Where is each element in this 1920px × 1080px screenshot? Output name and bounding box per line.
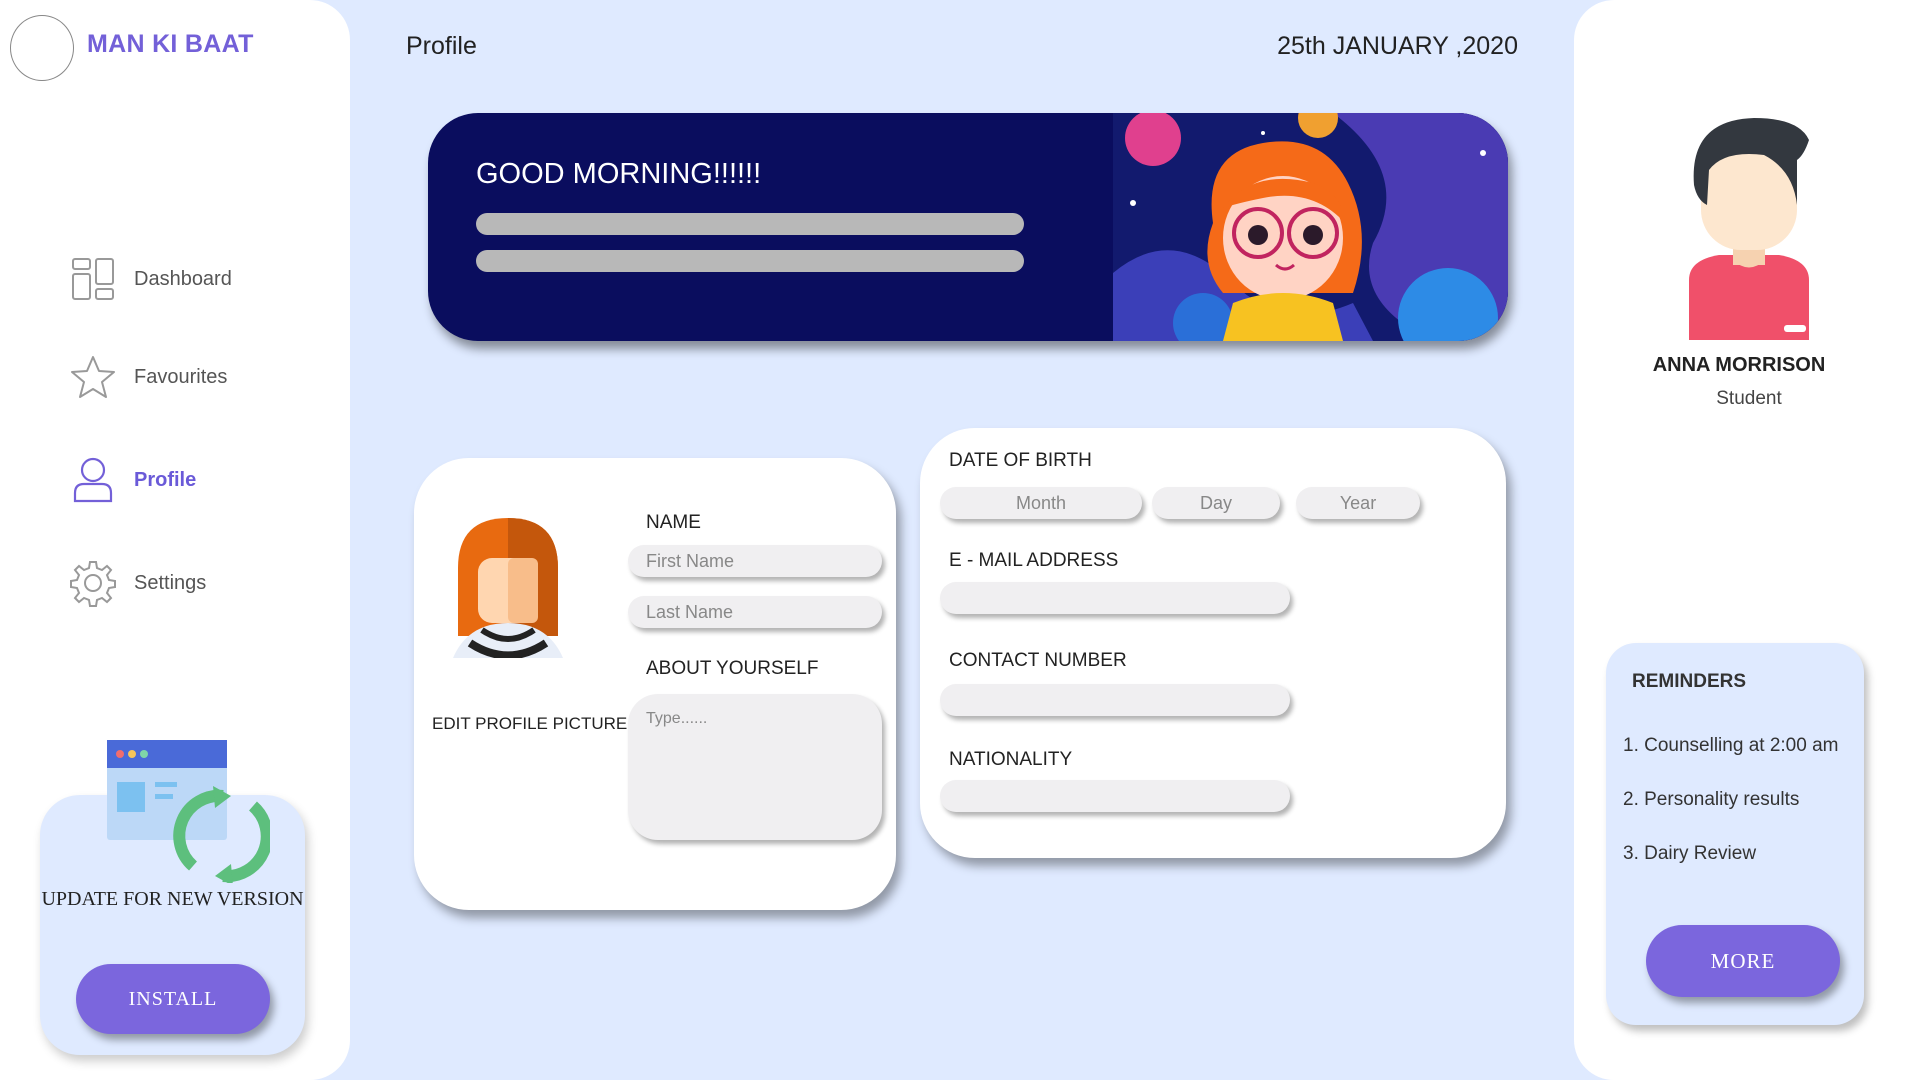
user-role: Student [1716,388,1782,409]
logo-icon [10,15,74,81]
user-name: ANNA MORRISON [1652,354,1826,376]
gear-icon [68,558,118,608]
last-name-input[interactable]: Last Name [628,596,882,628]
sidebar: MAN KI BAAT Dashboard Favourites Profile… [0,0,350,1080]
contact-label: CONTACT NUMBER [949,650,1127,671]
sidebar-item-dashboard[interactable]: Dashboard [68,254,232,304]
first-name-input[interactable]: First Name [628,545,882,577]
dob-label: DATE OF BIRTH [949,450,1092,471]
dashboard-icon [68,254,118,304]
dob-day-select[interactable]: Day [1152,487,1280,519]
details-card: DATE OF BIRTH Month Day Year E - MAIL AD… [920,428,1506,858]
sidebar-item-label: Dashboard [134,267,232,290]
reminder-item[interactable]: 3. Dairy Review [1623,843,1756,865]
date-label: 25th JANUARY ,2020 [1277,32,1518,60]
update-text: UPDATE FOR NEW VERSION [41,888,304,910]
edit-profile-picture-label[interactable]: EDIT PROFILE PICTURE [432,714,627,734]
contact-input[interactable] [940,684,1290,716]
brand-name: MAN KI BAAT [87,30,254,58]
sidebar-item-label: Settings [134,571,207,594]
email-input[interactable] [940,582,1290,614]
placeholder-bar [476,250,1024,272]
profile-card: EDIT PROFILE PICTURE NAME First Name Las… [414,458,896,910]
sidebar-item-favourites[interactable]: Favourites [68,352,227,402]
reminder-item[interactable]: 2. Personality results [1623,789,1799,811]
greeting-text: GOOD MORNING!!!!!! [476,158,762,190]
dob-year-select[interactable]: Year [1296,487,1420,519]
nationality-input[interactable] [940,780,1290,812]
placeholder-bar [476,213,1024,235]
sidebar-item-label: Profile [134,468,197,491]
reminders-card: REMINDERS 1. Counselling at 2:00 am 2. P… [1606,643,1864,1025]
user-icon [68,455,118,505]
page-title: Profile [406,32,477,60]
star-icon [68,352,118,402]
name-label: NAME [646,512,701,533]
dob-month-select[interactable]: Month [940,487,1142,519]
sidebar-item-label: Favourites [134,365,228,388]
user-avatar-icon[interactable] [1669,110,1829,340]
sidebar-item-settings[interactable]: Settings [68,558,206,608]
reminders-title: REMINDERS [1632,671,1747,692]
more-button[interactable]: MORE [1646,925,1840,997]
sidebar-item-profile[interactable]: Profile [68,455,196,505]
update-illustration-icon [107,740,270,883]
avatar-icon[interactable] [448,518,568,658]
about-label: ABOUT YOURSELF [646,658,819,679]
about-textarea[interactable]: Type...... [628,694,882,840]
girl-space-illustration-icon [1113,113,1508,341]
email-label: E - MAIL ADDRESS [949,550,1119,571]
greeting-banner: GOOD MORNING!!!!!! [428,113,1508,341]
install-button[interactable]: INSTALL [76,964,270,1034]
nationality-label: NATIONALITY [949,749,1073,770]
reminder-item[interactable]: 1. Counselling at 2:00 am [1623,735,1838,757]
